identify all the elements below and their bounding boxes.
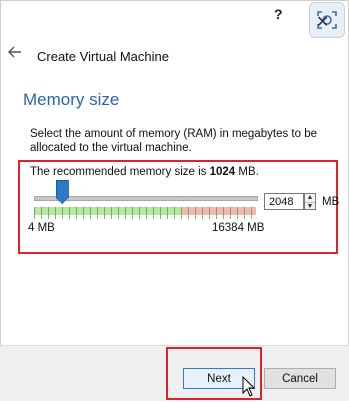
arrow-left-icon[interactable]	[8, 45, 22, 63]
cancel-button[interactable]: Cancel	[264, 368, 336, 389]
spin-down-icon[interactable]: ▼	[305, 203, 315, 211]
wizard-title: Create Virtual Machine	[37, 49, 169, 64]
min-memory-label: 4 MB	[28, 222, 55, 234]
memory-unit-label: MB	[322, 196, 340, 208]
mouse-pointer-icon	[242, 375, 256, 403]
spin-up-icon[interactable]: ▲	[305, 194, 315, 203]
recommended-value: 1024	[209, 166, 236, 178]
page-title: Memory size	[23, 90, 120, 109]
slider-ticks	[34, 207, 256, 219]
help-button[interactable]: ?	[274, 6, 283, 22]
recommended-memory-text: The recommended memory size is 1024 MB.	[30, 166, 259, 178]
max-memory-label: 16384 MB	[212, 222, 265, 234]
memory-description: Select the amount of memory (RAM) in meg…	[30, 128, 317, 154]
memory-spinner[interactable]: ▲ ▼	[304, 193, 316, 210]
recommend-prefix: The recommended memory size is	[30, 166, 210, 178]
close-icon[interactable]: ✕	[316, 12, 329, 32]
memory-size-input[interactable]: 2048	[264, 193, 304, 210]
recommend-suffix: MB.	[235, 166, 259, 178]
